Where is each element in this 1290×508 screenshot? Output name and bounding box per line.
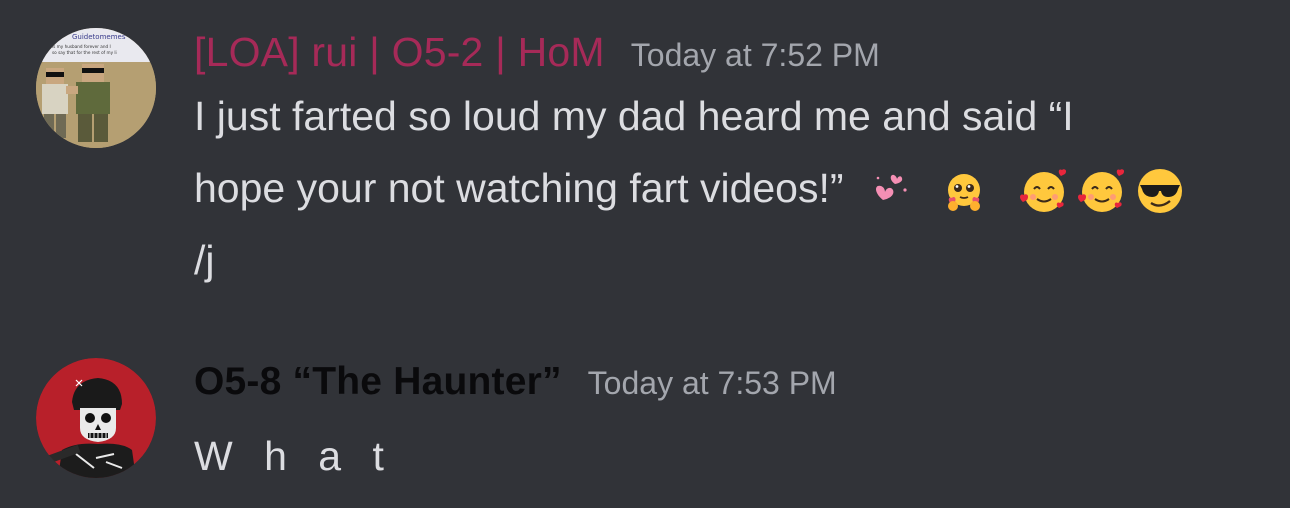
timestamp[interactable]: Today at 7:53 PM	[588, 365, 837, 402]
avatar-image: Guidetomemes is my husband forever and I…	[36, 28, 156, 148]
avatar-caption-line1: is my husband forever and I	[52, 44, 111, 49]
avatar[interactable]: Guidetomemes is my husband forever and I…	[36, 28, 156, 148]
timestamp[interactable]: Today at 7:52 PM	[631, 37, 880, 74]
avatar-image	[36, 358, 156, 478]
emoji-row	[865, 162, 1189, 220]
avatar-banner: Guidetomemes	[72, 33, 126, 41]
avatar-caption-line2: so say that for the rest of my li	[52, 50, 117, 55]
two-hearts-icon[interactable]	[865, 162, 923, 220]
message-header: [LOA] rui | O5-2 | HoM Today at 7:52 PM	[194, 28, 880, 76]
avatar[interactable]	[36, 358, 156, 478]
message-line: hope your not watching fart videos!”	[194, 165, 844, 211]
username[interactable]: [LOA] rui | O5-2 | HoM	[194, 28, 605, 76]
smiling-face-with-hearts-icon[interactable]	[1073, 162, 1131, 220]
message-line: I just farted so loud my dad heard me an…	[194, 93, 1074, 139]
message-content: I just farted so loud my dad heard me an…	[194, 80, 1264, 296]
message-content: W h a t	[194, 420, 1264, 492]
smiling-face-with-hearts-icon[interactable]	[1015, 162, 1073, 220]
smiling-face-with-sunglasses-icon[interactable]	[1131, 162, 1189, 220]
hugging-face-icon[interactable]	[935, 162, 993, 220]
username[interactable]: O5-8 “The Haunter”	[194, 358, 562, 406]
message-line: W h a t	[194, 433, 394, 479]
message-line-with-emojis: hope your not watching fart videos!”	[194, 152, 1264, 224]
message-header: O5-8 “The Haunter” Today at 7:53 PM	[194, 358, 837, 406]
message-line: /j	[194, 237, 215, 283]
